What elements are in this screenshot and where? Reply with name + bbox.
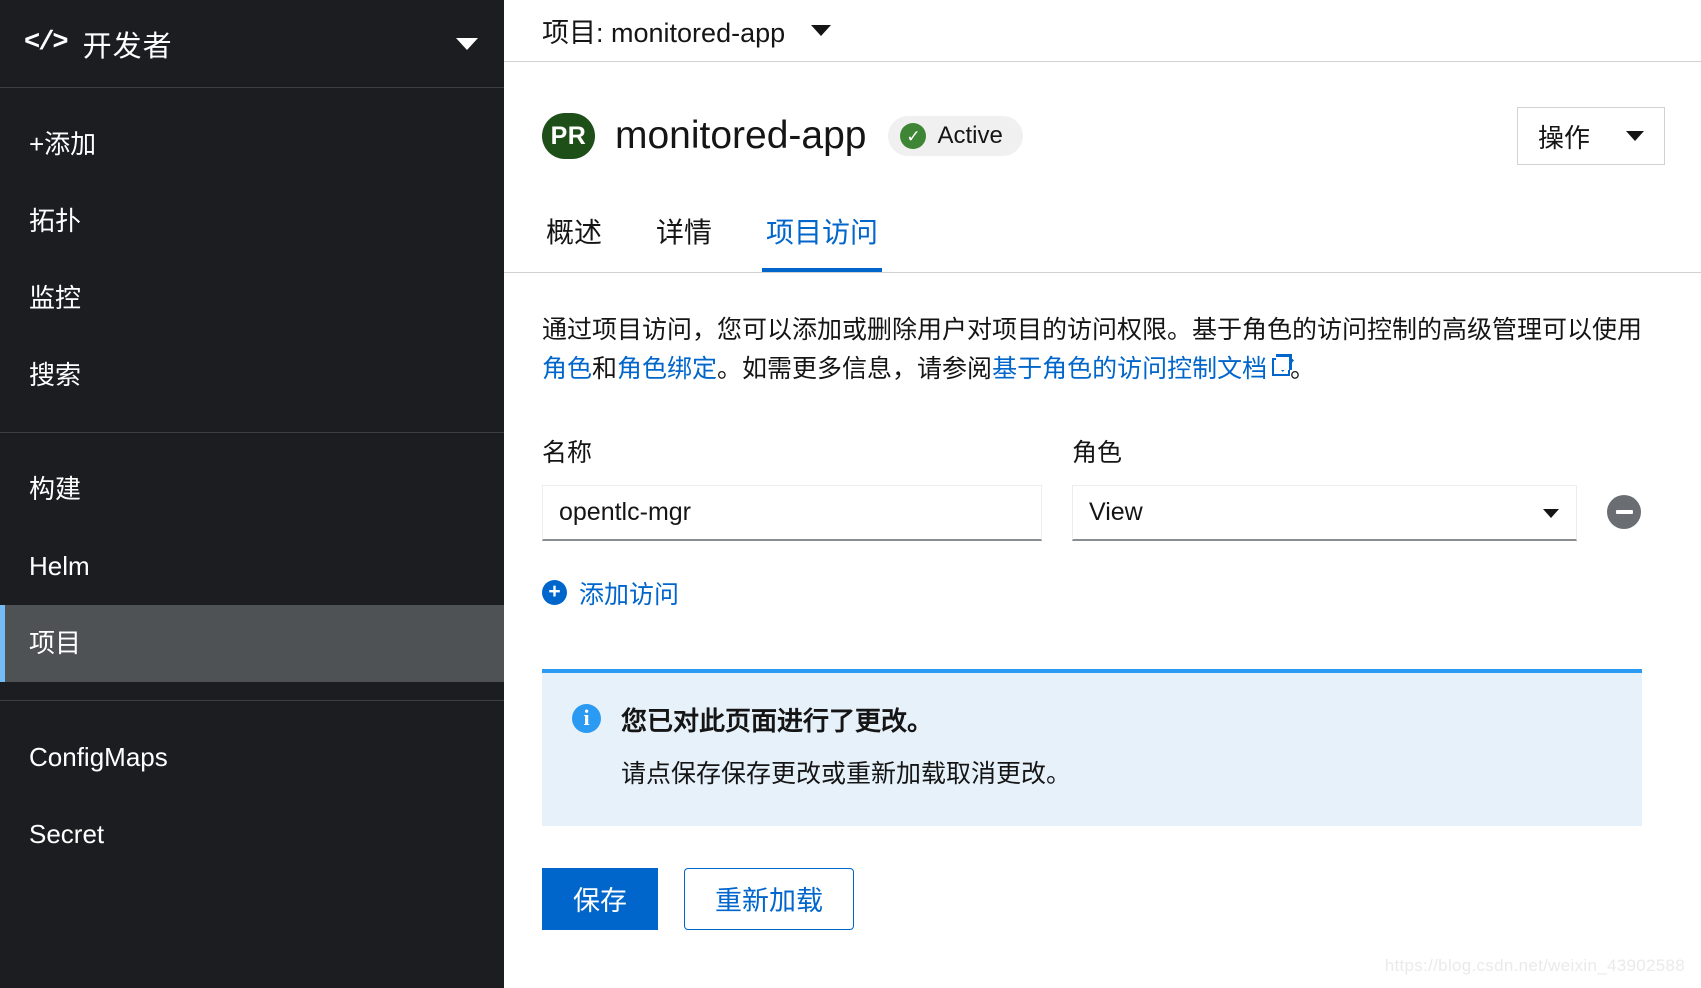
alert-body: 您已对此页面进行了更改。 请点保存保存更改或重新加载取消更改。 <box>621 701 1071 790</box>
remove-access-button[interactable] <box>1607 494 1641 529</box>
chevron-down-icon <box>456 37 478 50</box>
sidebar-item-secret[interactable]: Secret <box>0 796 504 873</box>
app-root: </> 开发者 +添加 拓扑 监控 搜索 构建 Helm 项目 ConfigMa… <box>0 0 1701 988</box>
role-select-value: View <box>1089 497 1143 526</box>
plus-circle-icon: + <box>542 580 567 605</box>
tab-panel-project-access: 通过项目访问，您可以添加或删除用户对项目的访问权限。基于角色的访问控制的高级管理… <box>504 273 1701 988</box>
description-text-3: 。 <box>1290 354 1316 383</box>
sidebar: </> 开发者 +添加 拓扑 监控 搜索 构建 Helm 项目 ConfigMa… <box>0 0 504 988</box>
project-badge: PR <box>542 113 595 159</box>
description-paragraph: 通过项目访问，您可以添加或删除用户对项目的访问权限。基于角色的访问控制的高级管理… <box>542 311 1662 389</box>
project-selector-label: 项目: <box>542 18 612 48</box>
tab-overview[interactable]: 概述 <box>542 199 606 272</box>
sidebar-item-add[interactable]: +添加 <box>0 106 504 183</box>
role-field-label: 角色 <box>1072 438 1123 467</box>
role-select-wrapper: View <box>1072 484 1577 541</box>
project-selector-text: 项目: monitored-app <box>542 11 785 50</box>
name-field-label: 名称 <box>542 438 593 467</box>
link-role-bindings[interactable]: 角色绑定 <box>617 355 717 383</box>
add-access-button[interactable]: + 添加访问 <box>542 575 679 611</box>
code-icon: </> <box>24 28 69 58</box>
description-text-2: 。如需更多信息，请参阅 <box>717 354 993 383</box>
project-selector[interactable]: 项目: monitored-app <box>504 0 1701 62</box>
access-row: 名称 角色 View <box>542 433 1663 541</box>
description-text-1: 通过项目访问，您可以添加或删除用户对项目的访问权限。基于角色的访问控制的高级管理… <box>542 316 1643 344</box>
sidebar-group-2: 构建 Helm 项目 <box>0 432 504 700</box>
tab-project-access[interactable]: 项目访问 <box>762 199 883 272</box>
sidebar-item-configmaps[interactable]: ConfigMaps <box>0 719 504 796</box>
perspective-label: 开发者 <box>82 30 173 63</box>
sidebar-group-1: +添加 拓扑 监控 搜索 <box>0 88 504 432</box>
role-field-group: 角色 View <box>1072 433 1577 541</box>
name-input[interactable] <box>542 484 1042 541</box>
sidebar-item-topology[interactable]: 拓扑 <box>0 183 504 260</box>
minus-circle-icon <box>1615 509 1633 514</box>
status-badge-label: Active <box>937 122 1003 149</box>
remove-button-wrapper <box>1607 494 1641 541</box>
external-link-icon <box>1272 353 1293 376</box>
alert-title: 您已对此页面进行了更改。 <box>621 705 934 736</box>
info-circle-icon: i <box>572 703 601 733</box>
tab-bar: 概述 详情 项目访问 <box>504 199 1701 273</box>
alert-description: 请点保存保存更改或重新加载取消更改。 <box>621 759 1072 788</box>
sidebar-group-3: ConfigMaps Secret <box>0 700 504 873</box>
sidebar-item-project[interactable]: 项目 <box>0 605 504 682</box>
reload-button[interactable]: 重新加载 <box>684 867 854 930</box>
add-access-label: 添加访问 <box>579 580 680 609</box>
chevron-down-icon <box>811 25 832 36</box>
check-circle-icon: ✓ <box>900 123 927 149</box>
watermark: https://blog.csdn.net/weixin_43902588 <box>1384 956 1685 975</box>
link-rbac-docs[interactable]: 基于角色的访问控制文档 <box>992 355 1267 383</box>
perspective-switcher[interactable]: </> 开发者 <box>0 0 504 88</box>
status-badge: ✓ Active <box>888 116 1023 156</box>
save-button[interactable]: 保存 <box>542 867 658 930</box>
role-select[interactable]: View <box>1072 484 1577 541</box>
form-actions: 保存 重新加载 <box>542 867 1663 970</box>
description-conjunction: 和 <box>592 354 618 383</box>
tab-details[interactable]: 详情 <box>652 199 716 272</box>
chevron-down-icon <box>1626 131 1644 141</box>
actions-dropdown-label: 操作 <box>1538 122 1591 153</box>
actions-dropdown-button[interactable]: 操作 <box>1517 107 1665 165</box>
sidebar-item-helm[interactable]: Helm <box>0 528 504 605</box>
sidebar-item-search[interactable]: 搜索 <box>0 337 504 414</box>
main-content: 项目: monitored-app PR monitored-app ✓ Act… <box>504 0 1701 988</box>
sidebar-item-builds[interactable]: 构建 <box>0 451 504 528</box>
page-title: monitored-app <box>615 114 867 157</box>
link-rbac-docs-label: 基于角色的访问控制文档 <box>992 354 1268 383</box>
name-field-group: 名称 <box>542 433 1042 541</box>
unsaved-changes-alert: i 您已对此页面进行了更改。 请点保存保存更改或重新加载取消更改。 <box>542 668 1642 826</box>
link-roles[interactable]: 角色 <box>542 355 592 383</box>
project-selector-value: monitored-app <box>611 18 786 48</box>
sidebar-item-monitoring[interactable]: 监控 <box>0 260 504 337</box>
page-header: PR monitored-app ✓ Active 操作 <box>504 62 1701 165</box>
